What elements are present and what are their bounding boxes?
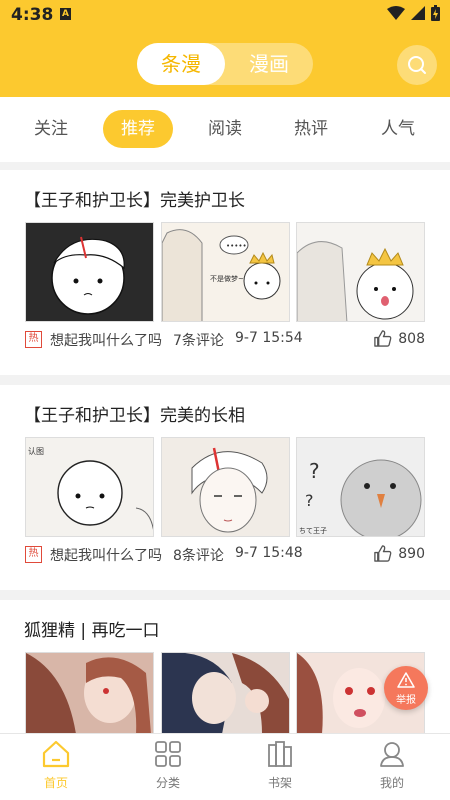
warning-icon — [397, 672, 415, 688]
svg-text:•••••: ••••• — [226, 242, 247, 250]
status-bar: 4:38 A — [0, 0, 450, 30]
comment-count[interactable]: 8条评论 — [173, 545, 224, 565]
nav-category[interactable]: 分类 — [112, 740, 224, 791]
nav-profile-label: 我的 — [379, 776, 404, 790]
signal-icon — [411, 6, 425, 20]
author-name[interactable]: 想起我叫什么了吗 — [50, 545, 162, 565]
status-time: 4:38 — [11, 5, 54, 25]
tab-hot-comments[interactable]: 热评 — [282, 110, 340, 148]
post-title[interactable]: 【王子和护卫长】完美护卫长 — [24, 186, 245, 211]
status-icons — [387, 5, 440, 21]
post-meta: 热 想起我叫什么了吗 8条评论 9-7 15:48 890 — [25, 544, 425, 566]
nav-profile[interactable]: 我的 — [336, 740, 448, 791]
tab-reading[interactable]: 阅读 — [196, 110, 254, 148]
post-thumbnails: 认图 ? ? ちて王子 — [25, 437, 425, 537]
nav-bookshelf-label: 书架 — [267, 776, 292, 790]
comic-panel-image[interactable]: ••••• 不是做梦~ — [161, 222, 290, 322]
category-tabs: 关注 推荐 阅读 热评 人气 — [0, 97, 450, 162]
tab-recommend[interactable]: 推荐 — [103, 110, 173, 148]
nav-home-label: 首页 — [43, 776, 68, 790]
svg-text:?: ? — [309, 459, 320, 483]
post-title[interactable]: 狐狸精 | 再吃一口 — [24, 616, 160, 641]
svg-text:认图: 认图 — [28, 446, 44, 456]
author-name[interactable]: 想起我叫什么了吗 — [50, 330, 162, 350]
comic-panel-image[interactable] — [161, 652, 290, 733]
bookshelf-icon — [268, 741, 292, 767]
home-icon — [42, 740, 70, 768]
tab-tiaoman[interactable]: 条漫 — [137, 43, 225, 85]
comic-type-switch: 条漫 漫画 — [137, 43, 313, 85]
svg-text:不是做梦~: 不是做梦~ — [210, 274, 244, 283]
thumbs-up-icon — [374, 330, 392, 347]
comic-panel-image[interactable] — [25, 222, 154, 322]
post-time: 9-7 15:48 — [235, 545, 303, 561]
top-header: 4:38 A 条漫 漫画 — [0, 0, 450, 97]
like-count: 808 — [398, 330, 425, 347]
search-icon — [408, 56, 426, 74]
like-button[interactable]: 808 — [373, 329, 425, 348]
comic-panel-image[interactable] — [161, 437, 290, 537]
post-card[interactable]: 【王子和护卫长】完美的长相 认图 ? ? ちて王子 热 想起我叫什么了吗 8条评… — [0, 385, 450, 590]
svg-text:?: ? — [305, 491, 314, 510]
comic-panel-image[interactable]: 认图 — [25, 437, 154, 537]
battery-icon — [431, 5, 440, 21]
wifi-icon — [387, 6, 405, 20]
comic-panel-image[interactable]: ? ? ちて王子 — [296, 437, 425, 537]
report-button[interactable]: 举报 — [384, 666, 428, 710]
search-button[interactable] — [397, 45, 437, 85]
comment-count[interactable]: 7条评论 — [173, 330, 224, 350]
post-thumbnails: ••••• 不是做梦~ — [25, 222, 425, 322]
grid-icon — [155, 741, 181, 767]
hot-badge: 热 — [25, 331, 42, 348]
tab-manhua[interactable]: 漫画 — [225, 43, 313, 85]
tab-popular[interactable]: 人气 — [369, 110, 427, 148]
post-title[interactable]: 【王子和护卫长】完美的长相 — [24, 401, 245, 426]
post-meta: 热 想起我叫什么了吗 7条评论 9-7 15:54 808 — [25, 329, 425, 351]
svg-text:ちて王子: ちて王子 — [299, 527, 327, 535]
tab-follow[interactable]: 关注 — [22, 110, 80, 148]
post-card[interactable]: 【王子和护卫长】完美护卫长 ••••• 不是做梦~ 热 想起我叫什么了吗 7条评… — [0, 170, 450, 375]
bottom-navigation: 首页 分类 书架 我的 — [0, 733, 450, 800]
post-time: 9-7 15:54 — [235, 330, 303, 346]
comic-panel-image[interactable] — [25, 652, 154, 733]
report-label: 举报 — [396, 695, 416, 706]
nav-home[interactable]: 首页 — [0, 740, 112, 791]
post-card[interactable]: 狐狸精 | 再吃一口 — [0, 600, 450, 733]
comic-panel-image[interactable] — [296, 222, 425, 322]
nav-category-label: 分类 — [155, 776, 180, 790]
post-thumbnails — [25, 652, 425, 733]
like-count: 890 — [398, 545, 425, 562]
user-icon — [380, 742, 404, 767]
hot-badge: 热 — [25, 546, 42, 563]
like-button[interactable]: 890 — [373, 544, 425, 563]
nav-bookshelf[interactable]: 书架 — [224, 740, 336, 791]
thumbs-up-icon — [374, 545, 392, 562]
notification-icon: A — [60, 8, 71, 20]
app-root: 4:38 A 条漫 漫画 关注 推荐 阅读 热评 人气 【王子和护卫长】完美护卫 — [0, 0, 450, 800]
